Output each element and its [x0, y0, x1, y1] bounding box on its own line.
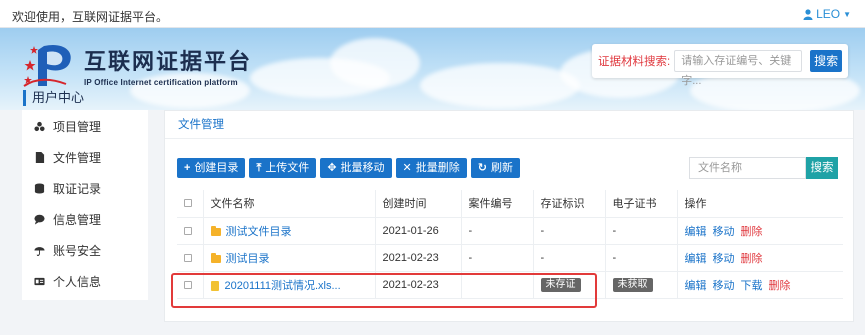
folder-icon — [210, 225, 221, 236]
move-link[interactable]: 移动 — [713, 226, 735, 238]
file-search: 文件名称 搜索 — [689, 157, 838, 179]
user-name: LEO — [816, 7, 841, 21]
sidebar-item-label: 取证记录 — [53, 181, 102, 196]
evidence-search-button[interactable]: 搜索 — [810, 50, 842, 72]
batch-move-button[interactable]: ✥ 批量移动 — [320, 158, 392, 178]
caret-down-icon: ▼ — [843, 9, 851, 19]
sidebar: 项目管理 文件管理 取证记录 信息管理 账号安全 个人信息 — [22, 110, 148, 300]
upload-icon: ⤒ — [256, 162, 262, 174]
project-icon — [34, 121, 45, 131]
sidebar-item-label: 个人信息 — [53, 274, 102, 289]
top-bar: 欢迎使用，互联网证据平台。 LEO ▼ — [0, 0, 865, 28]
file-toolbar: + 创建目录 ⤒ 上传文件 ✥ 批量移动 ✕ 批量删除 ↻ 刷新 — [177, 158, 520, 178]
sidebar-item-label: 账号安全 — [53, 243, 102, 258]
delete-link[interactable]: 删除 — [741, 226, 763, 238]
user-menu[interactable]: LEO ▼ — [803, 7, 851, 21]
row-checkbox[interactable] — [184, 226, 192, 235]
upload-file-button[interactable]: ⤒ 上传文件 — [249, 158, 317, 178]
e-certificate: - — [605, 244, 678, 272]
sidebar-item-records[interactable]: 取证记录 — [22, 175, 148, 201]
column-header: 案件编号 — [461, 190, 534, 218]
user-center-title: 用户中心 — [23, 90, 84, 106]
case-number: - — [461, 244, 534, 272]
created-time: 2021-01-26 — [375, 217, 462, 245]
plus-icon: + — [184, 162, 191, 174]
batch-delete-button[interactable]: ✕ 批量删除 — [395, 158, 467, 178]
sidebar-item-info[interactable]: 信息管理 — [22, 206, 148, 232]
column-header: 创建时间 — [375, 190, 462, 218]
created-time: 2021-02-23 — [375, 244, 462, 272]
delete-link[interactable]: 删除 — [741, 253, 763, 265]
edit-link[interactable]: 编辑 — [685, 280, 707, 292]
evidence-search: 证据材料搜索: 请输入存证编号、关键字... 搜索 — [592, 44, 848, 87]
column-header: 电子证书 — [605, 190, 678, 218]
evidence-search-input[interactable]: 请输入存证编号、关键字... — [674, 50, 803, 87]
table-header-row: 文件名称 创建时间 案件编号 存证标识 电子证书 操作 — [177, 190, 843, 218]
table-row: 测试目录 2021-02-23 - - - 编辑 移动 删除 — [177, 244, 843, 272]
folder-icon — [210, 252, 221, 263]
evidence-mark: - — [533, 244, 606, 272]
sidebar-item-label: 项目管理 — [53, 119, 102, 134]
welcome-text: 欢迎使用，互联网证据平台。 — [12, 10, 169, 24]
user-icon — [803, 8, 813, 20]
file-name-link[interactable]: 测试文件目录 — [226, 226, 292, 238]
file-search-button[interactable]: 搜索 — [806, 157, 838, 179]
logo-icon — [23, 44, 71, 87]
brand-subtitle: IP Office Internet certification platfor… — [84, 77, 238, 87]
brand-logo[interactable]: 互联网证据平台 IP Office Internet certification… — [22, 40, 252, 90]
highlight-box — [171, 273, 597, 308]
sidebar-item-profile[interactable]: 个人信息 — [22, 268, 148, 294]
case-number: - — [461, 217, 534, 245]
comment-icon — [34, 214, 45, 225]
refresh-icon: ↻ — [477, 162, 487, 174]
sidebar-item-projects[interactable]: 项目管理 — [22, 113, 148, 139]
column-header: 存证标识 — [533, 190, 606, 218]
move-icon: ✥ — [327, 162, 337, 174]
file-name-link[interactable]: 测试目录 — [226, 253, 270, 265]
brand-title: 互联网证据平台 — [84, 48, 253, 75]
id-card-icon — [34, 277, 45, 285]
edit-link[interactable]: 编辑 — [685, 226, 707, 238]
create-directory-button[interactable]: + 创建目录 — [177, 158, 246, 178]
edit-link[interactable]: 编辑 — [685, 253, 707, 265]
close-icon: ✕ — [402, 162, 412, 174]
table-row: 测试文件目录 2021-01-26 - - - 编辑 移动 删除 — [177, 217, 843, 245]
delete-link[interactable]: 删除 — [769, 280, 791, 292]
sidebar-item-label: 文件管理 — [53, 150, 102, 165]
move-link[interactable]: 移动 — [713, 280, 735, 292]
certificate-status-badge: 未获取 — [612, 277, 653, 292]
move-link[interactable]: 移动 — [713, 253, 735, 265]
refresh-button[interactable]: ↻ 刷新 — [470, 158, 520, 178]
evidence-mark: - — [533, 217, 606, 245]
file-icon — [35, 151, 45, 163]
e-certificate: - — [605, 217, 678, 245]
sidebar-item-security[interactable]: 账号安全 — [22, 237, 148, 263]
panel-breadcrumb: 文件管理 — [165, 111, 853, 139]
row-checkbox[interactable] — [184, 253, 192, 262]
sidebar-item-label: 信息管理 — [53, 212, 102, 227]
header-banner: 互联网证据平台 IP Office Internet certification… — [0, 28, 865, 110]
select-all-checkbox[interactable] — [184, 199, 192, 208]
evidence-search-label: 证据材料搜索: — [598, 56, 671, 68]
select-all-cell — [177, 190, 204, 218]
sidebar-item-files[interactable]: 文件管理 — [22, 144, 148, 170]
file-search-input[interactable]: 文件名称 — [689, 157, 806, 179]
download-link[interactable]: 下载 — [741, 280, 763, 292]
record-icon — [34, 182, 45, 194]
umbrella-icon — [34, 246, 45, 256]
column-header: 文件名称 — [203, 190, 376, 218]
column-header: 操作 — [677, 190, 843, 218]
